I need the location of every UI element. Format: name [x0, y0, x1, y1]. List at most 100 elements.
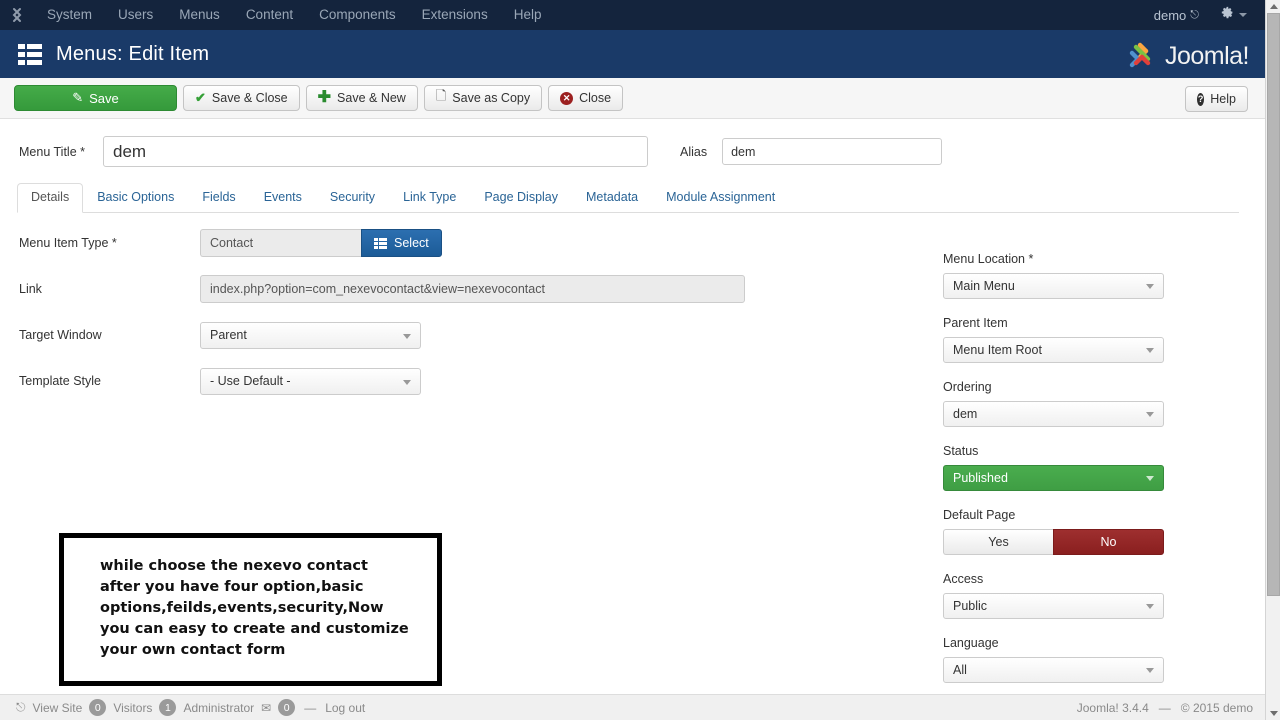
joomla-brand-logo: Joomla! [1124, 39, 1250, 73]
menu-item-type-label: Menu Item Type * [19, 236, 117, 250]
view-site-link[interactable]: View Site [33, 701, 83, 715]
tab-basic-options[interactable]: Basic Options [83, 183, 188, 212]
default-page-label: Default Page [943, 508, 1016, 522]
tab-security[interactable]: Security [316, 183, 389, 212]
grid-list-icon [374, 237, 387, 249]
close-button-label: Close [579, 91, 612, 105]
chevron-down-icon [1146, 476, 1154, 481]
tab-metadata[interactable]: Metadata [572, 183, 652, 212]
log-out-link[interactable]: Log out [325, 701, 365, 715]
language-select[interactable]: All [943, 657, 1164, 683]
nav-item-users[interactable]: Users [105, 0, 166, 30]
close-button[interactable]: ✕ Close [548, 85, 624, 111]
save-and-close-label: Save & Close [211, 91, 288, 105]
default-page-no-button[interactable]: No [1053, 529, 1164, 555]
tab-page-display[interactable]: Page Display [470, 183, 572, 212]
save-button-label: Save [89, 90, 119, 106]
administrator-label[interactable]: Administrator [183, 701, 254, 715]
joomla-logo-icon[interactable] [0, 0, 34, 30]
select-menu-item-type-button[interactable]: Select [361, 229, 442, 257]
ordering-value: dem [953, 407, 978, 421]
status-field: Status Published [943, 444, 1173, 491]
alias-label: Alias [680, 144, 708, 159]
footer-separator: — [304, 700, 317, 715]
tab-events[interactable]: Events [250, 183, 316, 212]
target-window-value: Parent [210, 328, 247, 342]
page-title: Menus: Edit Item [56, 42, 210, 65]
language-value: All [953, 663, 967, 677]
save-as-copy-label: Save as Copy [452, 91, 531, 105]
scroll-up-arrow-icon[interactable] [1266, 0, 1280, 13]
scrollbar-thumb[interactable] [1267, 13, 1280, 596]
visitors-label[interactable]: Visitors [113, 701, 152, 715]
language-label: Language [943, 636, 999, 650]
tab-bar: Details Basic Options Fields Events Secu… [17, 183, 1239, 213]
access-field: Access Public [943, 572, 1173, 619]
menu-location-select[interactable]: Main Menu [943, 273, 1164, 299]
nav-item-system[interactable]: System [34, 0, 105, 30]
help-button-label: Help [1210, 92, 1236, 106]
parent-item-label: Parent Item [943, 316, 1008, 330]
footer-right-group: Joomla! 3.4.4 — © 2015 demo [1077, 695, 1253, 720]
save-button[interactable]: ✎ Save [14, 85, 177, 111]
status-bar: ⎋ View Site 0 Visitors 1 Administrator ✉… [0, 694, 1265, 720]
access-select[interactable]: Public [943, 593, 1164, 619]
external-link-icon: ⎋ [1190, 8, 1199, 21]
annotation-text: while choose the nexevo contact after yo… [100, 558, 409, 658]
joomla-wordmark: Joomla! [1164, 41, 1250, 70]
status-label: Status [943, 444, 979, 458]
language-field: Language All [943, 636, 1173, 683]
save-and-new-label: Save & New [337, 91, 406, 105]
template-style-label: Template Style [19, 374, 101, 388]
target-window-select[interactable]: Parent [200, 321, 421, 349]
save-as-copy-button[interactable]: 🗋 Save as Copy [423, 85, 543, 111]
menu-location-field: Menu Location * Main Menu [943, 252, 1173, 299]
default-page-yes-button[interactable]: Yes [943, 529, 1053, 555]
menu-location-label: Menu Location * [943, 252, 1034, 266]
help-button[interactable]: ? Help [1185, 86, 1248, 112]
tab-details[interactable]: Details [17, 183, 84, 213]
menu-title-input[interactable] [103, 136, 648, 167]
chevron-down-icon [403, 333, 411, 339]
settings-menu[interactable] [1221, 6, 1247, 24]
user-name-label: demo [1153, 7, 1187, 23]
pencil-square-icon: ✎ [72, 90, 84, 105]
chevron-down-icon [1146, 284, 1154, 289]
alias-input[interactable] [722, 138, 943, 165]
title-alias-row: Menu Title * Alias [0, 119, 1265, 167]
topbar-right-group: demo ⎋ [1154, 0, 1265, 30]
user-menu[interactable]: demo ⎋ [1154, 8, 1199, 23]
close-circle-icon: ✕ [560, 91, 574, 105]
content-area: Menu Title * Alias Details Basic Options… [0, 119, 1265, 694]
tab-link-type[interactable]: Link Type [389, 183, 470, 212]
save-and-new-button[interactable]: ✚ Save & New [305, 85, 418, 111]
nav-item-menus[interactable]: Menus [166, 0, 233, 30]
annotation-callout: while choose the nexevo contact after yo… [59, 533, 442, 686]
copy-icon: 🗋 [435, 88, 447, 103]
nav-item-components[interactable]: Components [306, 0, 409, 30]
nav-item-help[interactable]: Help [501, 0, 555, 30]
nav-item-extensions[interactable]: Extensions [409, 0, 501, 30]
chevron-down-icon [1146, 348, 1154, 353]
save-and-close-button[interactable]: ✔ Save & Close [183, 85, 300, 111]
page-subhead: Menus: Edit Item Joomla! [0, 30, 1265, 78]
template-style-select[interactable]: - Use Default - [200, 367, 421, 395]
status-select[interactable]: Published [943, 465, 1164, 491]
visitors-count-badge: 0 [89, 699, 107, 716]
scroll-down-arrow-icon[interactable] [1266, 707, 1280, 720]
menu-title-label: Menu Title * [19, 144, 86, 159]
nav-item-content[interactable]: Content [233, 0, 306, 30]
target-window-label: Target Window [19, 328, 102, 342]
chevron-down-icon [1146, 604, 1154, 609]
tab-module-assignment[interactable]: Module Assignment [652, 183, 789, 212]
status-value: Published [953, 471, 1008, 485]
link-label: Link [19, 282, 42, 296]
tab-fields[interactable]: Fields [188, 183, 249, 212]
parent-item-field: Parent Item Menu Item Root [943, 316, 1173, 363]
parent-item-select[interactable]: Menu Item Root [943, 337, 1164, 363]
menu-list-icon [18, 44, 42, 65]
plus-icon: ✚ [317, 89, 332, 106]
page-scrollbar[interactable] [1265, 0, 1280, 720]
ordering-select[interactable]: dem [943, 401, 1164, 427]
envelope-icon: ✉ [261, 700, 272, 715]
